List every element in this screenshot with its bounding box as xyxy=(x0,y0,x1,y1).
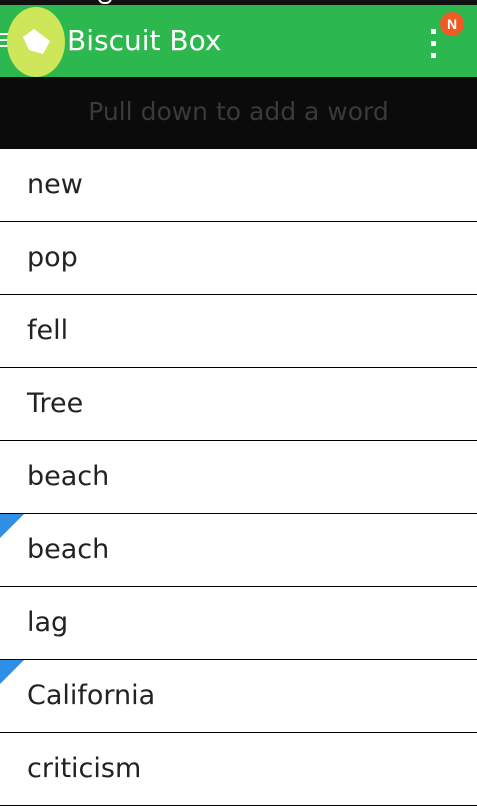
word-row[interactable]: fell xyxy=(0,295,477,368)
word-label: fell xyxy=(27,315,69,346)
navigation-drawer-button[interactable] xyxy=(0,5,70,77)
word-row[interactable]: beach xyxy=(0,441,477,514)
word-row[interactable]: Tree xyxy=(0,368,477,441)
word-label: criticism xyxy=(27,753,142,784)
word-row[interactable]: California xyxy=(0,660,477,733)
word-label: new xyxy=(27,169,83,200)
word-label: pop xyxy=(27,242,78,273)
word-label: lag xyxy=(27,607,69,638)
word-label: California xyxy=(27,680,156,711)
word-row[interactable]: lag xyxy=(0,587,477,660)
word-label: Tree xyxy=(27,388,84,419)
pull-to-add-banner: Pull down to add a word xyxy=(0,77,477,149)
flag-corner-icon xyxy=(0,660,24,684)
app-logo xyxy=(7,7,65,77)
word-label: beach xyxy=(27,461,110,492)
word-row[interactable]: new xyxy=(0,149,477,222)
word-row[interactable]: criticism xyxy=(0,733,477,806)
notification-badge[interactable]: N xyxy=(440,12,464,36)
tag-icon xyxy=(23,29,50,54)
word-list: new pop fell Tree beach beach lag Califo… xyxy=(0,149,477,806)
more-vert-icon xyxy=(431,29,437,61)
flag-corner-icon xyxy=(0,514,24,538)
word-label: beach xyxy=(27,534,110,565)
app-bar: Biscuit Box xyxy=(0,5,477,77)
app-title: Biscuit Box xyxy=(67,24,222,57)
status-bar-glyph xyxy=(98,0,112,4)
word-row[interactable]: beach xyxy=(0,514,477,587)
word-row[interactable]: pop xyxy=(0,222,477,295)
